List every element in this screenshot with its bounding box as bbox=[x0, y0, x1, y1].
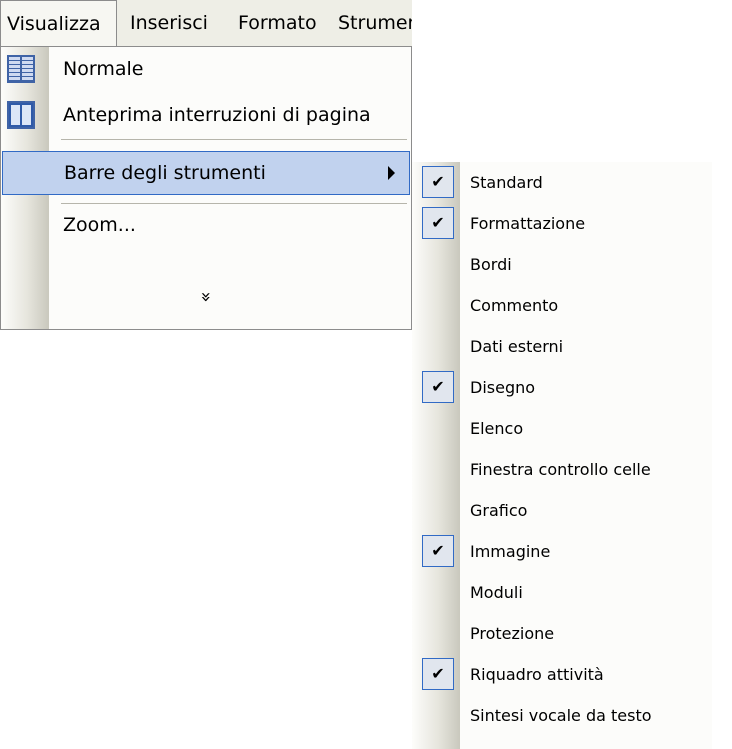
menu-separator bbox=[61, 139, 407, 140]
checkmark-icon: ✔ bbox=[422, 166, 454, 198]
expand-menu-button[interactable]: » bbox=[1, 285, 411, 309]
checkmark-icon: ✔ bbox=[422, 371, 454, 403]
menu-bar: Visualizza Inserisci Formato Strumen bbox=[0, 0, 412, 46]
toolbar-option[interactable]: Dati esterni bbox=[412, 326, 712, 367]
toolbar-option-label: Grafico bbox=[470, 501, 528, 520]
toolbar-option-label: Commento bbox=[470, 296, 559, 315]
toolbar-option[interactable]: ✔ Formattazione bbox=[412, 203, 712, 244]
toolbar-option-label: Bordi bbox=[470, 255, 512, 274]
normal-view-icon bbox=[7, 55, 35, 83]
toolbar-option-label: Moduli bbox=[470, 583, 523, 602]
page-break-preview-icon bbox=[7, 101, 35, 129]
toolbar-option[interactable]: Commento bbox=[412, 285, 712, 326]
toolbar-option-label: Immagine bbox=[470, 542, 551, 561]
menu-item-normale[interactable]: Normale bbox=[1, 47, 411, 91]
toolbar-option-label: Protezione bbox=[470, 624, 555, 643]
menu-item-label: Anteprima interruzioni di pagina bbox=[63, 104, 371, 126]
menu-inserisci[interactable]: Inserisci bbox=[130, 0, 208, 46]
checkmark-icon: ✔ bbox=[422, 207, 454, 239]
menu-item-label: Barre degli strumenti bbox=[64, 162, 266, 184]
toolbar-option-label: Sintesi vocale da testo bbox=[470, 706, 652, 725]
checkmark-icon: ✔ bbox=[422, 658, 454, 690]
toolbar-option[interactable]: ✔ Riquadro attività bbox=[412, 654, 712, 695]
toolbar-option[interactable]: Finestra controllo celle bbox=[412, 449, 712, 490]
toolbar-option-label: Disegno bbox=[470, 378, 536, 397]
checkmark-icon: ✔ bbox=[422, 535, 454, 567]
toolbar-option[interactable]: Elenco bbox=[412, 408, 712, 449]
toolbar-option[interactable]: Grafico bbox=[412, 490, 712, 531]
toolbar-option-label: Dati esterni bbox=[470, 337, 564, 356]
toolbar-option[interactable]: ✔ Standard bbox=[412, 162, 712, 203]
view-menu: Normale Anteprima interruzioni di pagina… bbox=[0, 46, 412, 330]
toolbar-option-label: Formattazione bbox=[470, 214, 586, 233]
toolbar-option-label: Standard bbox=[470, 173, 543, 192]
toolbar-option[interactable]: ✔ Disegno bbox=[412, 367, 712, 408]
toolbars-submenu: ✔ Standard ✔ Formattazione Bordi Commento Dati… bbox=[412, 162, 712, 749]
toolbar-option[interactable]: Moduli bbox=[412, 572, 712, 613]
toolbar-option[interactable]: Protezione bbox=[412, 613, 712, 654]
menu-item-zoom[interactable]: Zoom... bbox=[1, 211, 411, 255]
menu-item-barre-strumenti[interactable]: Barre degli strumenti bbox=[2, 151, 410, 195]
toolbar-option-label: Finestra controllo celle bbox=[470, 460, 651, 479]
menu-strumenti[interactable]: Strumen bbox=[338, 0, 412, 46]
menu-item-label: Normale bbox=[63, 58, 144, 80]
toolbar-option[interactable]: Bordi bbox=[412, 244, 712, 285]
menu-formato[interactable]: Formato bbox=[238, 0, 317, 46]
menu-item-label: Zoom... bbox=[63, 214, 136, 236]
menu-item-anteprima[interactable]: Anteprima interruzioni di pagina bbox=[1, 93, 411, 137]
toolbar-option-label: Elenco bbox=[470, 419, 524, 438]
toolbar-option[interactable]: ✔ Immagine bbox=[412, 531, 712, 572]
toolbar-option-label: Riquadro attività bbox=[470, 665, 604, 684]
toolbar-option[interactable]: Sintesi vocale da testo bbox=[412, 695, 712, 736]
double-chevron-down-icon: » bbox=[195, 291, 217, 303]
submenu-arrow-icon bbox=[388, 166, 395, 180]
menu-visualizza[interactable]: Visualizza bbox=[0, 0, 117, 46]
